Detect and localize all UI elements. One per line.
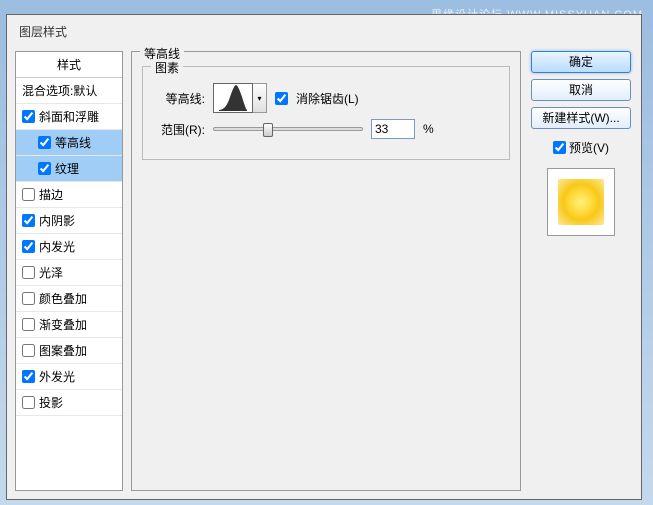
style-item[interactable]: 混合选项:默认 (16, 78, 122, 104)
style-checkbox[interactable] (22, 214, 35, 227)
style-item[interactable]: 投影 (16, 390, 122, 416)
style-item-label: 内阴影 (39, 212, 75, 229)
dialog-content: 样式 混合选项:默认斜面和浮雕等高线纹理描边内阴影内发光光泽颜色叠加渐变叠加图案… (7, 47, 641, 499)
style-checkbox[interactable] (38, 162, 51, 175)
styles-header: 样式 (16, 52, 122, 78)
range-slider-thumb[interactable] (263, 123, 273, 137)
preview-box (547, 168, 615, 236)
style-checkbox[interactable] (22, 266, 35, 279)
style-item-label: 内发光 (39, 238, 75, 255)
contour-row: 等高线: ▾ 消除锯齿(L) (155, 83, 497, 113)
range-label: 范围(R): (155, 121, 205, 138)
contour-label: 等高线: (155, 90, 205, 107)
style-item-label: 投影 (39, 394, 63, 411)
style-item[interactable]: 描边 (16, 182, 122, 208)
style-checkbox[interactable] (22, 344, 35, 357)
preview-toggle-row: 预览(V) (553, 139, 609, 156)
contour-picker[interactable] (213, 83, 253, 113)
style-item[interactable]: 等高线 (16, 130, 122, 156)
style-item-label: 描边 (39, 186, 63, 203)
style-checkbox[interactable] (22, 110, 35, 123)
style-item-label: 混合选项:默认 (22, 82, 97, 99)
fieldset-title: 图素 (151, 59, 183, 76)
style-item[interactable]: 渐变叠加 (16, 312, 122, 338)
style-item[interactable]: 内发光 (16, 234, 122, 260)
style-item[interactable]: 斜面和浮雕 (16, 104, 122, 130)
antialias-checkbox[interactable] (275, 92, 288, 105)
style-checkbox[interactable] (38, 136, 51, 149)
preview-checkbox[interactable] (553, 141, 566, 154)
style-checkbox[interactable] (22, 370, 35, 383)
right-button-panel: 确定 取消 新建样式(W)... 预览(V) (529, 51, 633, 491)
style-item-label: 纹理 (55, 160, 79, 177)
style-item[interactable]: 内阴影 (16, 208, 122, 234)
range-unit: % (423, 122, 434, 136)
style-item[interactable]: 光泽 (16, 260, 122, 286)
settings-panel: 等高线 图素 等高线: ▾ 消除锯齿(L) 范围(R): (131, 51, 521, 491)
dialog-title: 图层样式 (7, 15, 641, 47)
style-item[interactable]: 颜色叠加 (16, 286, 122, 312)
preview-label: 预览(V) (569, 139, 609, 156)
preview-thumbnail (558, 179, 604, 225)
style-item-label: 图案叠加 (39, 342, 87, 359)
range-input[interactable] (371, 119, 415, 139)
style-item[interactable]: 外发光 (16, 364, 122, 390)
range-row: 范围(R): % (155, 119, 497, 139)
style-item-label: 外发光 (39, 368, 75, 385)
elements-fieldset: 图素 等高线: ▾ 消除锯齿(L) 范围(R): (142, 66, 510, 160)
style-item-label: 光泽 (39, 264, 63, 281)
style-item-label: 等高线 (55, 134, 91, 151)
contour-dropdown-arrow[interactable]: ▾ (253, 83, 267, 113)
style-checkbox[interactable] (22, 292, 35, 305)
layer-style-dialog: 图层样式 样式 混合选项:默认斜面和浮雕等高线纹理描边内阴影内发光光泽颜色叠加渐… (6, 14, 642, 500)
style-item[interactable]: 图案叠加 (16, 338, 122, 364)
style-checkbox[interactable] (22, 318, 35, 331)
style-checkbox[interactable] (22, 396, 35, 409)
style-checkbox[interactable] (22, 240, 35, 253)
style-checkbox[interactable] (22, 188, 35, 201)
style-item-label: 颜色叠加 (39, 290, 87, 307)
ok-button[interactable]: 确定 (531, 51, 631, 73)
cancel-button[interactable]: 取消 (531, 79, 631, 101)
styles-list-panel: 样式 混合选项:默认斜面和浮雕等高线纹理描边内阴影内发光光泽颜色叠加渐变叠加图案… (15, 51, 123, 491)
antialias-label: 消除锯齿(L) (296, 90, 359, 107)
style-item-label: 斜面和浮雕 (39, 108, 99, 125)
new-style-button[interactable]: 新建样式(W)... (531, 107, 631, 129)
style-item-label: 渐变叠加 (39, 316, 87, 333)
style-item[interactable]: 纹理 (16, 156, 122, 182)
range-slider[interactable] (213, 127, 363, 131)
